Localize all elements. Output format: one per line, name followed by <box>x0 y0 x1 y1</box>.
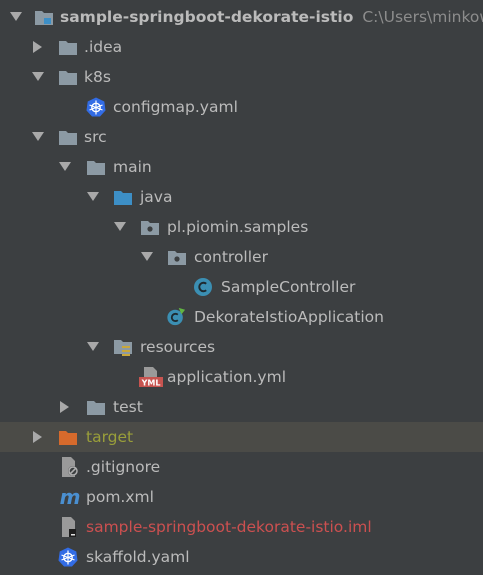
chevron-down-icon[interactable] <box>9 10 23 24</box>
tree-node-pom[interactable]: m pom.xml <box>0 482 483 512</box>
tree-node-application-class[interactable]: DekorateIstioApplication <box>0 302 483 332</box>
folder-icon <box>86 397 106 417</box>
tree-node-controller[interactable]: controller <box>0 242 483 272</box>
file-label: skaffold.yaml <box>86 548 190 566</box>
tree-node-java[interactable]: java <box>0 182 483 212</box>
chevron-right-icon[interactable] <box>31 40 45 54</box>
excluded-folder-icon <box>58 427 78 447</box>
file-label: .gitignore <box>86 458 161 476</box>
maven-icon: m <box>58 487 82 507</box>
source-folder-icon <box>113 187 133 207</box>
tree-node-target[interactable]: target <box>0 422 483 452</box>
package-label: controller <box>194 248 268 266</box>
tree-node-src[interactable]: src <box>0 122 483 152</box>
root-name: sample-springboot-dekorate-istio <box>60 8 354 26</box>
folder-label: target <box>86 428 134 446</box>
resources-folder-icon <box>113 337 133 357</box>
folder-icon <box>58 127 78 147</box>
folder-icon <box>58 37 78 57</box>
module-folder-icon <box>34 7 54 27</box>
iml-file-icon <box>60 517 80 537</box>
svg-text:YML: YML <box>141 379 161 388</box>
chevron-down-icon[interactable] <box>31 130 45 144</box>
folder-label: test <box>113 398 143 416</box>
tree-node-package[interactable]: pl.piomin.samples <box>0 212 483 242</box>
folder-label: src <box>84 128 107 146</box>
spring-boot-application-icon <box>166 307 186 327</box>
root-node-label: sample-springboot-dekorate-istio C:\Users… <box>60 8 483 26</box>
svg-text:m: m <box>60 487 81 507</box>
tree-node-skaffold[interactable]: skaffold.yaml <box>0 542 483 572</box>
tree-node-k8s[interactable]: k8s <box>0 62 483 92</box>
folder-label: resources <box>140 338 216 356</box>
class-label: DekorateIstioApplication <box>194 308 384 326</box>
java-class-icon <box>193 277 213 297</box>
chevron-down-icon[interactable] <box>58 160 72 174</box>
tree-node-resources[interactable]: resources <box>0 332 483 362</box>
folder-label: main <box>113 158 152 176</box>
tree-node-idea[interactable]: .idea <box>0 32 483 62</box>
chevron-right-icon[interactable] <box>31 430 45 444</box>
chevron-right-icon[interactable] <box>58 400 72 414</box>
yml-file-icon: YML <box>139 367 163 387</box>
tree-node-root[interactable]: sample-springboot-dekorate-istio C:\Users… <box>0 2 483 32</box>
chevron-down-icon[interactable] <box>113 220 127 234</box>
chevron-down-icon[interactable] <box>140 250 154 264</box>
class-label: SampleController <box>221 278 356 296</box>
folder-label: java <box>140 188 173 206</box>
folder-label: .idea <box>84 38 123 56</box>
package-icon <box>167 247 187 267</box>
tree-node-main[interactable]: main <box>0 152 483 182</box>
kubernetes-icon <box>86 97 106 117</box>
package-label: pl.piomin.samples <box>167 218 309 236</box>
ignore-file-icon <box>60 457 80 477</box>
tree-node-test[interactable]: test <box>0 392 483 422</box>
tree-node-iml[interactable]: sample-springboot-dekorate-istio.iml <box>0 512 483 542</box>
chevron-down-icon[interactable] <box>86 190 100 204</box>
file-label: pom.xml <box>86 488 154 506</box>
root-path: C:\Users\minkow <box>362 8 483 26</box>
chevron-down-icon[interactable] <box>86 340 100 354</box>
folder-icon <box>86 157 106 177</box>
tree-node-gitignore[interactable]: .gitignore <box>0 452 483 482</box>
tree-node-application-yml[interactable]: YML application.yml <box>0 362 483 392</box>
file-label: sample-springboot-dekorate-istio.iml <box>86 518 372 536</box>
idea-name: idea <box>88 38 123 56</box>
folder-icon <box>58 67 78 87</box>
file-label: configmap.yaml <box>113 98 238 116</box>
folder-label: k8s <box>84 68 111 86</box>
file-label: application.yml <box>167 368 287 386</box>
project-tree: sample-springboot-dekorate-istio C:\Users… <box>0 0 483 575</box>
kubernetes-icon <box>58 547 78 567</box>
tree-node-sample-controller[interactable]: SampleController <box>0 272 483 302</box>
chevron-down-icon[interactable] <box>31 70 45 84</box>
tree-node-configmap[interactable]: configmap.yaml <box>0 92 483 122</box>
package-icon <box>140 217 160 237</box>
